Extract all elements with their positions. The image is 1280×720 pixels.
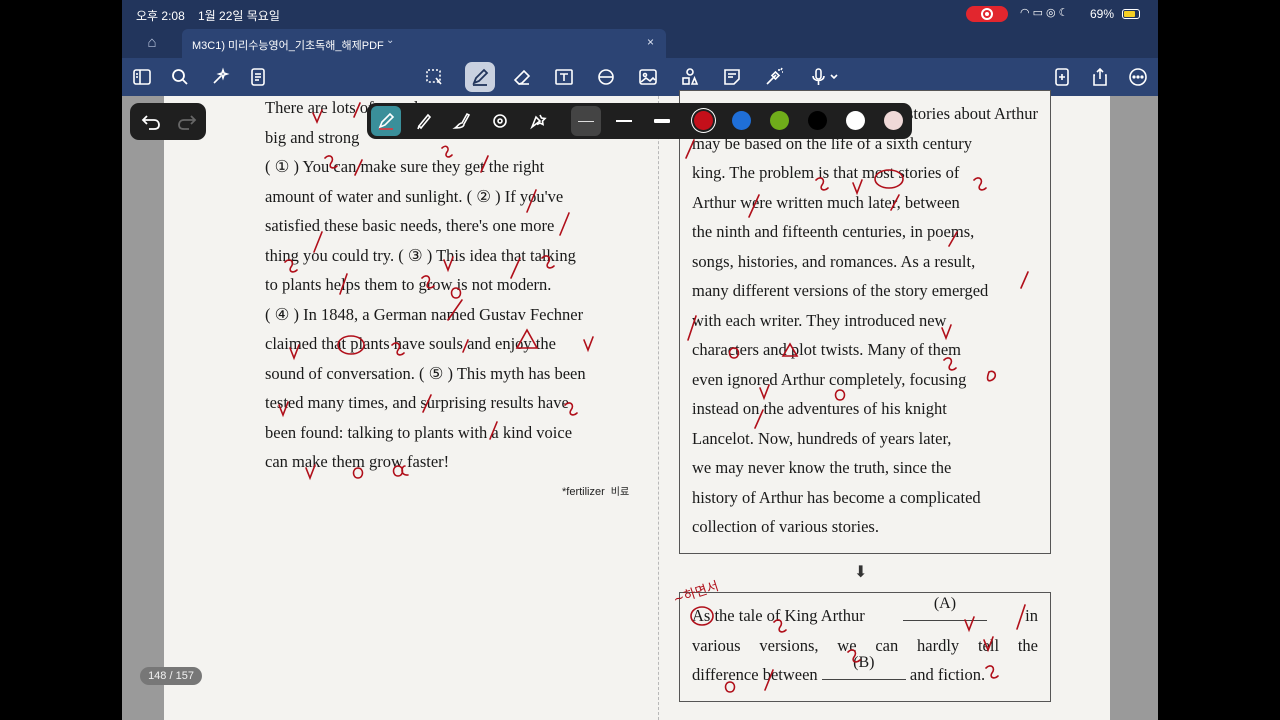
footnote: *fertilizer 비료 bbox=[562, 483, 629, 498]
passage-line: thing you could try. ( ③ ) This idea tha… bbox=[265, 245, 576, 265]
color-swatch-pink[interactable] bbox=[884, 111, 903, 130]
summary-line1-end: in bbox=[1025, 606, 1038, 625]
blank-a: (A) bbox=[902, 595, 987, 621]
status-icons: ◠▭◎☾ bbox=[1020, 6, 1072, 19]
ai-sparkle-icon[interactable] bbox=[205, 62, 235, 92]
passage-line: to plants helps them to grow is not mode… bbox=[265, 275, 552, 294]
undo-redo-controls bbox=[130, 103, 206, 140]
passage-line: been found: talking to plants with a kin… bbox=[265, 422, 573, 442]
fountain-pen-icon[interactable] bbox=[371, 106, 401, 136]
share-icon[interactable] bbox=[1085, 62, 1115, 92]
status-bar: 오후 2:08 1월 22일 목요일 ◠▭◎☾ 69% bbox=[122, 0, 1158, 28]
add-page-icon[interactable] bbox=[1047, 62, 1077, 92]
blank-a-label: (A) bbox=[933, 595, 957, 612]
image-icon[interactable] bbox=[633, 62, 663, 92]
textbox-icon[interactable] bbox=[549, 62, 579, 92]
color-swatch-black[interactable] bbox=[808, 111, 827, 130]
passage-line: collection of various stories. bbox=[692, 517, 879, 536]
more-icon[interactable] bbox=[1123, 62, 1153, 92]
battery-percent: 69% bbox=[1090, 7, 1115, 21]
microphone-icon[interactable] bbox=[805, 62, 845, 92]
undo-icon[interactable] bbox=[140, 111, 162, 133]
screen-mirror-icon: ▭ bbox=[1032, 7, 1047, 19]
ipad-screen: 오후 2:08 1월 22일 목요일 ◠▭◎☾ 69% ⌂ M3C1) 미리수능… bbox=[122, 0, 1158, 720]
summary-line: As the tale of King Arthur (A) in bbox=[692, 595, 1038, 631]
tab-bar: ⌂ M3C1) 미리수능영어_기초독해_해제PDF ⌄ × bbox=[122, 28, 1158, 58]
close-tab-icon[interactable]: × bbox=[647, 35, 654, 49]
footnote-translation: 비료 bbox=[610, 487, 630, 498]
column-divider bbox=[658, 96, 659, 720]
footnote-term: *fertilizer bbox=[562, 486, 605, 498]
lasso-icon[interactable] bbox=[419, 62, 449, 92]
stroke-width-thin[interactable] bbox=[571, 106, 601, 136]
summary-line3-start: difference between bbox=[692, 665, 818, 684]
passage-line: sound of conversation. ( ⑤ ) This myth h… bbox=[265, 363, 586, 383]
passage-line: ( ① ) You can make sure they get the rig… bbox=[265, 157, 545, 176]
status-date: 1월 22일 목요일 bbox=[198, 9, 280, 23]
blank-b: (B) bbox=[821, 654, 906, 680]
arrow-down-icon: ⬇ bbox=[854, 564, 868, 581]
passage-line: with each writer. They introduced new bbox=[692, 310, 947, 330]
elements-icon[interactable] bbox=[675, 62, 705, 92]
screen-recording-indicator[interactable] bbox=[966, 6, 1008, 22]
shape-recognition-icon[interactable] bbox=[485, 106, 515, 136]
color-swatch-blue[interactable] bbox=[732, 111, 751, 130]
redo-icon[interactable] bbox=[176, 111, 198, 133]
search-icon[interactable] bbox=[165, 62, 195, 92]
eraser-icon[interactable] bbox=[507, 62, 537, 92]
document-tab-title: M3C1) 미리수능영어_기초독해_해제PDF bbox=[192, 40, 384, 52]
document-tab[interactable]: M3C1) 미리수능영어_기초독해_해제PDF ⌄ × bbox=[182, 29, 666, 58]
passage-line: can make them grow faster! bbox=[265, 452, 450, 471]
lock-rotation-icon: ◎ bbox=[1046, 7, 1059, 19]
summary-box: As the tale of King Arthur (A) in variou… bbox=[679, 592, 1051, 702]
document-page[interactable]: There are lots of ... and ... to big and… bbox=[164, 90, 1110, 720]
summary-text: As the tale of King Arthur (A) in variou… bbox=[692, 595, 1038, 690]
passage-line: the ninth and fifteenth centuries, in po… bbox=[692, 222, 975, 241]
ball-pen-icon[interactable] bbox=[409, 106, 439, 136]
passage-line: Lancelot. Now, hundreds of years later, bbox=[692, 428, 952, 448]
status-time: 오후 2:08 bbox=[136, 9, 185, 23]
passage-line: many different versions of the story eme… bbox=[692, 281, 989, 300]
right-passage: ... stories about Arthur may be based on… bbox=[692, 99, 1038, 542]
moon-icon: ☾ bbox=[1058, 7, 1072, 19]
summary-line: difference between (B) and fiction. bbox=[692, 654, 1038, 690]
passage-line: songs, histories, and romances. As a res… bbox=[692, 251, 976, 271]
passage-line: characters and plot twists. Many of them bbox=[692, 340, 961, 359]
summary-line3-end: and fiction. bbox=[909, 665, 986, 684]
document-outline-icon[interactable] bbox=[243, 62, 273, 92]
passage-line: instead on the adventures of his knight bbox=[692, 399, 947, 418]
home-icon[interactable]: ⌂ bbox=[142, 33, 162, 53]
passage-line: king. The problem is that most stories o… bbox=[692, 163, 960, 182]
pen-icon[interactable] bbox=[465, 62, 495, 92]
color-swatch-red[interactable] bbox=[694, 111, 713, 130]
stroke-width-thick[interactable] bbox=[647, 106, 677, 136]
left-passage: There are lots of ... and ... to big and… bbox=[265, 93, 640, 477]
brush-pen-icon[interactable] bbox=[447, 106, 477, 136]
passage-line: history of Arthur has become a complicat… bbox=[692, 487, 981, 507]
passage-line: we may never know the truth, since the bbox=[692, 458, 952, 477]
sidebar-icon[interactable] bbox=[127, 62, 157, 92]
battery-icon bbox=[1122, 9, 1140, 19]
passage-line: even ignored Arthur completely, focusing bbox=[692, 369, 967, 389]
shapes-icon[interactable] bbox=[591, 62, 621, 92]
stroke-width-medium[interactable] bbox=[609, 106, 639, 136]
passage-line: Arthur were written much later, between bbox=[692, 192, 960, 212]
passage-line: satisfied these basic needs, there's one… bbox=[265, 216, 555, 235]
pen-settings-palette bbox=[367, 103, 912, 139]
favorites-icon[interactable] bbox=[523, 106, 553, 136]
right-passage-box: ... stories about Arthur may be based on… bbox=[679, 90, 1051, 554]
passage-line: ( ④ ) In 1848, a German named Gustav Fec… bbox=[265, 304, 584, 324]
chevron-down-icon[interactable]: ⌄ bbox=[386, 35, 394, 46]
color-swatch-white[interactable] bbox=[846, 111, 865, 130]
summary-line1-start: As the tale of King Arthur bbox=[692, 606, 865, 625]
passage-line: amount of water and sunlight. ( ② ) If y… bbox=[265, 186, 564, 206]
laser-pointer-icon[interactable] bbox=[759, 62, 789, 92]
passage-line: claimed that plants have souls and enjoy… bbox=[265, 334, 556, 353]
sticky-note-icon[interactable] bbox=[717, 62, 747, 92]
passage-line: tested many times, and surprising result… bbox=[265, 393, 569, 412]
wifi-icon: ◠ bbox=[1020, 7, 1033, 19]
blank-b-label: (B) bbox=[853, 654, 875, 671]
page-indicator: 148 / 157 bbox=[140, 667, 202, 685]
color-swatch-green[interactable] bbox=[770, 111, 789, 130]
